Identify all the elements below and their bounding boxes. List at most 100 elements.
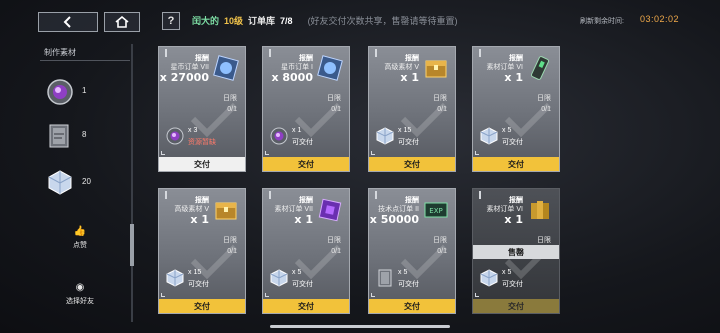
card-tag	[269, 49, 271, 57]
friend-icon: ◉	[75, 282, 85, 293]
order-count: 7/8	[280, 15, 293, 26]
reward-qty: x 1	[294, 213, 313, 226]
gold-bars-icon	[527, 197, 553, 223]
material-count: 1	[82, 86, 87, 95]
cost-qty: x 15	[188, 269, 202, 276]
cost-qty: x 5	[292, 269, 302, 276]
sold-out-banner: 售罄	[473, 245, 559, 259]
purple-orb-icon	[270, 127, 288, 145]
reward-qty: x 8000	[271, 71, 313, 84]
like-label: 点赞	[73, 242, 87, 249]
order-card[interactable]: 报酬 星币订单 I x 8000 日限 0/1 x 1 可交付 交付	[262, 46, 350, 172]
crystal-cube-icon	[480, 269, 498, 287]
deliver-button[interactable]: 交付	[159, 157, 245, 171]
cost-qty: x 5	[502, 269, 512, 276]
material-count: 8	[82, 130, 87, 139]
exp-card-icon: EXP	[423, 197, 449, 223]
card-corner	[161, 293, 165, 297]
card-tag	[375, 49, 377, 57]
crystal-cube-icon	[48, 170, 72, 195]
select-friend-label: 选择好友	[66, 298, 94, 305]
like-button[interactable]: 👍 点赞	[60, 226, 100, 250]
cost-status: 可交付	[502, 139, 523, 146]
card-corner	[161, 151, 165, 155]
chevron-left-icon	[63, 16, 71, 28]
order-card[interactable]: 报酬 高级素材 V x 1 日限 0/1 x 15 可交付 交付	[158, 188, 246, 314]
order-title: 闰大的 10级 订单库 7/8 (好友交付次数共享，售罄请等待重置)	[192, 14, 458, 27]
purple-orb-icon	[47, 79, 73, 105]
order-card[interactable]: 报酬 技术点订单 II x 50000 EXP 日限 0/1 x 5 可交付 交…	[368, 188, 456, 314]
warehouse-level: 10级	[224, 16, 244, 26]
blue-gem-icon	[317, 55, 343, 81]
reward-qty: x 1	[504, 71, 523, 84]
card-corner	[475, 151, 479, 155]
svg-text:EXP: EXP	[429, 207, 442, 215]
cost-status: 资源暂缺	[188, 139, 216, 146]
book-icon	[49, 124, 69, 148]
cost-qty: x 5	[398, 269, 408, 276]
cost-status: 可交付	[398, 281, 419, 288]
home-indicator[interactable]	[270, 325, 450, 328]
deliver-button[interactable]: 交付	[263, 157, 349, 171]
crystal-cube-icon	[270, 269, 288, 287]
sidebar-scrollbar[interactable]	[131, 44, 133, 322]
thumbs-up-icon: 👍	[73, 226, 87, 237]
back-button[interactable]	[38, 12, 98, 32]
cost-qty: x 1	[292, 127, 302, 134]
card-corner	[265, 151, 269, 155]
materials-section-label: 制作素材	[44, 48, 76, 57]
card-corner	[371, 151, 375, 155]
refresh-timer: 03:02:02	[640, 14, 680, 24]
blue-gem-icon	[213, 55, 239, 81]
reward-qty: x 1	[504, 213, 523, 226]
card-corner	[371, 293, 375, 297]
cost-status: 可交付	[398, 139, 419, 146]
divider	[40, 60, 130, 61]
home-button[interactable]	[104, 12, 140, 32]
deliver-button[interactable]: 交付	[473, 157, 559, 171]
material-purple-orb[interactable]	[46, 78, 74, 106]
order-card[interactable]: 报酬 高级素材 V x 1 日限 0/1 x 15 可交付 交付	[368, 46, 456, 172]
refresh-label: 刷新剩余时间:	[580, 18, 624, 25]
select-friend-button[interactable]: ◉ 选择好友	[60, 282, 100, 306]
crystal-cube-icon	[376, 127, 394, 145]
cost-status: 可交付	[188, 281, 209, 288]
cost-status: 可交付	[292, 281, 313, 288]
material-count: 20	[82, 177, 91, 186]
reward-qty: x 1	[190, 213, 209, 226]
gold-chest-icon	[423, 55, 449, 81]
card-tag	[269, 191, 271, 199]
card-tag	[479, 49, 481, 57]
order-card[interactable]: 报酬 素材订单 VI x 1 日限 0/1 x 5 可交付 交付	[472, 46, 560, 172]
order-card[interactable]: 报酬 星币订单 VII x 27000 日限 0/1 x 3 资源暂缺 交付	[158, 46, 246, 172]
purple-orb-icon	[166, 127, 184, 145]
order-card[interactable]: 报酬 素材订单 VI x 1 日限 0/1 售罄 x 5 可交付 交付	[472, 188, 560, 314]
material-book[interactable]	[46, 122, 74, 150]
deliver-button[interactable]: 交付	[369, 157, 455, 171]
material-crystal[interactable]	[46, 168, 74, 196]
card-tag	[375, 191, 377, 199]
crystal-cube-icon	[166, 269, 184, 287]
cost-qty: x 3	[188, 127, 198, 134]
card-tag	[165, 191, 167, 199]
cost-status: 可交付	[502, 281, 523, 288]
reward-qty: x 27000	[159, 71, 209, 84]
help-button[interactable]: ?	[162, 12, 180, 30]
deliver-button[interactable]: 交付	[473, 299, 559, 313]
reward-qty: x 50000	[369, 213, 419, 226]
card-corner	[265, 293, 269, 297]
order-card[interactable]: 报酬 素材订单 VII x 1 日限 0/1 x 5 可交付 交付	[262, 188, 350, 314]
cost-qty: x 15	[398, 127, 412, 134]
green-device-icon	[527, 55, 553, 81]
sidebar-scroll-thumb[interactable]	[130, 224, 134, 266]
cost-qty: x 5	[502, 127, 512, 134]
cost-status: 可交付	[292, 139, 313, 146]
crystal-cube-icon	[480, 127, 498, 145]
deliver-button[interactable]: 交付	[263, 299, 349, 313]
owner-name: 闰大的	[192, 16, 220, 26]
card-corner	[475, 293, 479, 297]
deliver-button[interactable]: 交付	[159, 299, 245, 313]
deliver-button[interactable]: 交付	[369, 299, 455, 313]
reward-qty: x 1	[400, 71, 419, 84]
home-icon	[115, 16, 129, 28]
